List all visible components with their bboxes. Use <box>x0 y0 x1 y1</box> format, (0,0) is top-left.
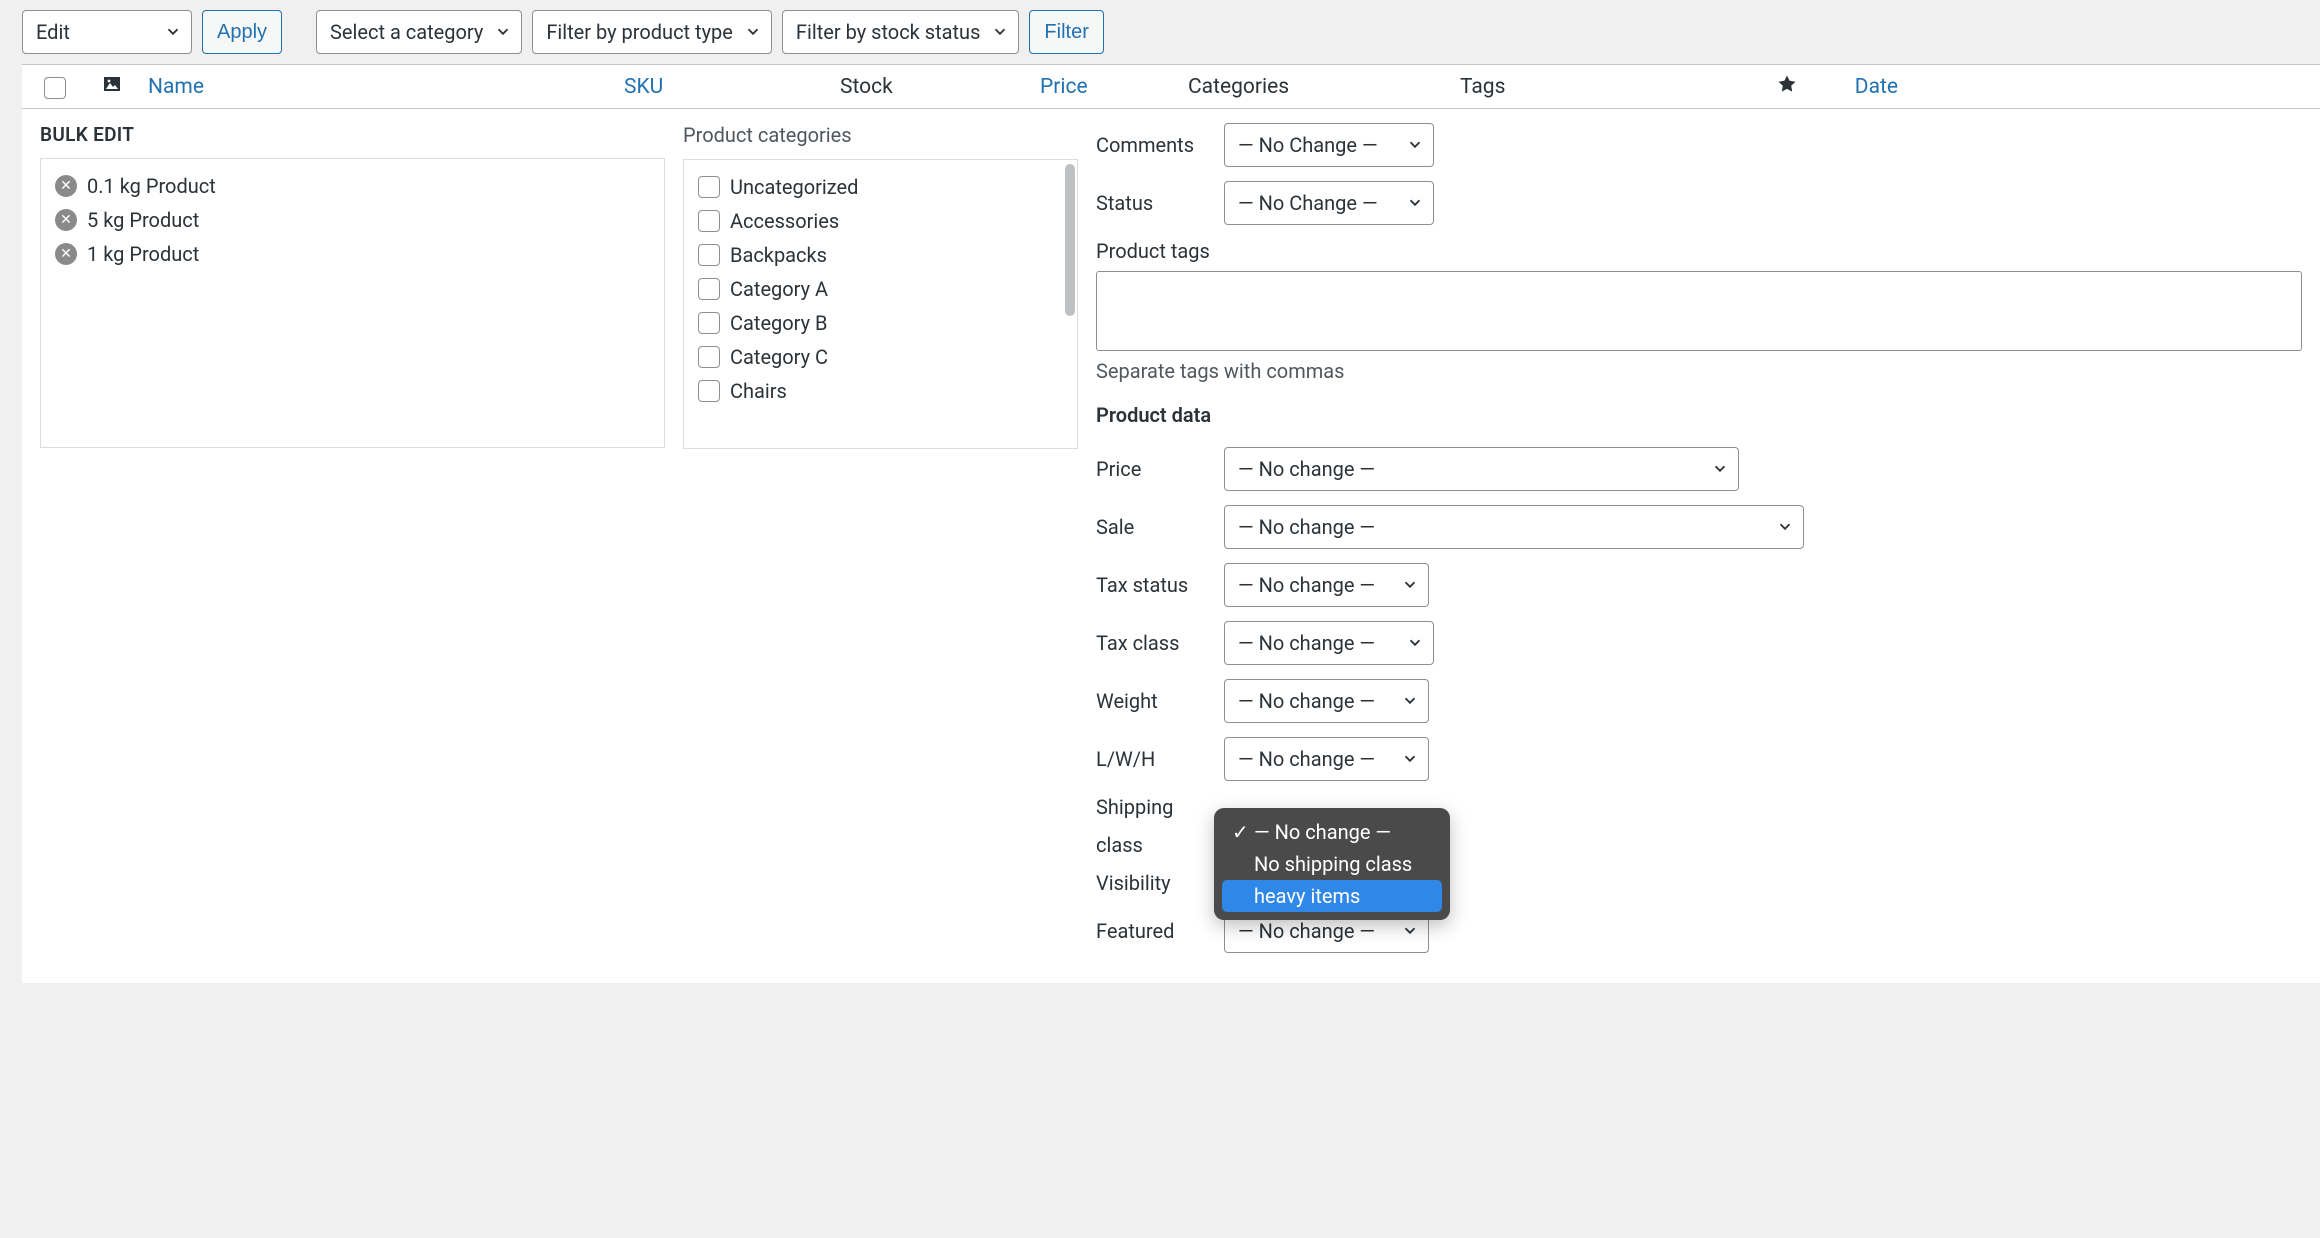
tax-status-label: Tax status <box>1096 573 1216 597</box>
shipping-class-label-line1: Shipping <box>1096 795 1216 819</box>
category-checkbox[interactable] <box>698 346 720 368</box>
remove-icon[interactable]: ✕ <box>55 209 77 231</box>
category-checkbox[interactable] <box>698 312 720 334</box>
select-all-checkbox[interactable] <box>44 77 66 99</box>
weight-label: Weight <box>1096 689 1216 713</box>
date-column-header[interactable]: Date <box>1818 75 1898 99</box>
list-item: ✕ 1 kg Product <box>55 237 650 271</box>
comments-label: Comments <box>1096 133 1216 157</box>
tags-column-header: Tags <box>1460 75 1756 99</box>
category-filter-value: Select a category <box>330 20 483 44</box>
product-tags-input[interactable] <box>1096 271 2302 351</box>
apply-button[interactable]: Apply <box>202 10 282 54</box>
bulk-action-value: Edit <box>36 20 70 44</box>
tax-class-value: — No change — <box>1238 631 1375 655</box>
product-label: 0.1 kg Product <box>87 174 216 198</box>
tax-status-value: — No change — <box>1238 573 1375 597</box>
product-tags-label: Product tags <box>1096 239 2302 263</box>
tax-class-label: Tax class <box>1096 631 1216 655</box>
list-item: Chairs <box>698 374 1063 408</box>
list-item: Category C <box>698 340 1063 374</box>
category-label: Accessories <box>730 209 839 233</box>
star-icon <box>1777 75 1797 99</box>
tax-class-select[interactable]: — No change — <box>1224 621 1434 665</box>
price-label: Price <box>1096 457 1216 481</box>
category-checklist: Uncategorized Accessories Backpacks Cate… <box>683 159 1078 449</box>
status-select[interactable]: — No Change — <box>1224 181 1434 225</box>
category-label: Backpacks <box>730 243 827 267</box>
category-label: Category C <box>730 345 828 369</box>
category-label: Uncategorized <box>730 175 858 199</box>
list-item: Backpacks <box>698 238 1063 272</box>
filter-toolbar: Edit Apply Select a category Filter by p… <box>0 0 2320 64</box>
weight-select[interactable]: — No change — <box>1224 679 1429 723</box>
dropdown-option[interactable]: heavy items <box>1222 880 1442 912</box>
remove-icon[interactable]: ✕ <box>55 175 77 197</box>
sale-label: Sale <box>1096 515 1216 539</box>
category-label: Category A <box>730 277 828 301</box>
list-item: ✕ 5 kg Product <box>55 203 650 237</box>
product-type-filter-select[interactable]: Filter by product type <box>532 10 772 54</box>
featured-column-header <box>1756 74 1818 99</box>
category-checkbox[interactable] <box>698 210 720 232</box>
category-label: Category B <box>730 311 828 335</box>
image-icon <box>102 75 122 99</box>
name-column-header[interactable]: Name <box>136 75 624 99</box>
filter-button[interactable]: Filter <box>1029 10 1103 54</box>
sale-select[interactable]: — No change — <box>1224 505 1804 549</box>
bulk-action-select[interactable]: Edit <box>22 10 192 54</box>
list-item: Accessories <box>698 204 1063 238</box>
lwh-select[interactable]: — No change — <box>1224 737 1429 781</box>
lwh-value: — No change — <box>1238 747 1375 771</box>
status-label: Status <box>1096 191 1216 215</box>
featured-label: Featured <box>1096 919 1216 943</box>
selected-products-box: ✕ 0.1 kg Product ✕ 5 kg Product ✕ 1 kg P… <box>40 158 665 448</box>
weight-value: — No change — <box>1238 689 1375 713</box>
select-all-cell <box>22 74 88 99</box>
dropdown-option[interactable]: No shipping class <box>1222 848 1442 880</box>
visibility-label: Visibility <box>1096 871 1216 895</box>
stock-status-filter-select[interactable]: Filter by stock status <box>782 10 1020 54</box>
price-select[interactable]: — No change — <box>1224 447 1739 491</box>
price-column-header[interactable]: Price <box>1040 75 1188 99</box>
tags-help-text: Separate tags with commas <box>1096 359 2302 383</box>
category-checkbox[interactable] <box>698 278 720 300</box>
list-item: Category A <box>698 272 1063 306</box>
list-item: ✕ 0.1 kg Product <box>55 169 650 203</box>
table-header-row: Name SKU Stock Price Categories Tags Dat… <box>22 64 2320 109</box>
stock-status-filter-value: Filter by stock status <box>796 20 981 44</box>
comments-value: — No Change — <box>1238 133 1378 157</box>
bulk-edit-title: BULK EDIT <box>40 123 665 146</box>
category-checkbox[interactable] <box>698 244 720 266</box>
product-data-heading: Product data <box>1096 403 2302 427</box>
list-item: Category B <box>698 306 1063 340</box>
product-label: 1 kg Product <box>87 242 199 266</box>
status-value: — No Change — <box>1238 191 1378 215</box>
featured-value: — No change — <box>1238 919 1375 943</box>
image-column-header <box>88 74 136 99</box>
stock-column-header: Stock <box>840 75 1040 99</box>
categories-column-header: Categories <box>1188 75 1460 99</box>
category-label: Chairs <box>730 379 787 403</box>
product-label: 5 kg Product <box>87 208 199 232</box>
sale-value: — No change — <box>1238 515 1375 539</box>
product-categories-heading: Product categories <box>683 123 1078 147</box>
list-item: Uncategorized <box>698 170 1063 204</box>
scrollbar-thumb[interactable] <box>1065 164 1075 316</box>
category-checkbox[interactable] <box>698 380 720 402</box>
bulk-edit-panel: BULK EDIT ✕ 0.1 kg Product ✕ 5 kg Produc… <box>22 109 2320 983</box>
shipping-class-dropdown: — No change — No shipping class heavy it… <box>1214 808 1450 920</box>
tax-status-select[interactable]: — No change — <box>1224 563 1429 607</box>
dropdown-option[interactable]: — No change — <box>1222 816 1442 848</box>
remove-icon[interactable]: ✕ <box>55 243 77 265</box>
category-checkbox[interactable] <box>698 176 720 198</box>
comments-select[interactable]: — No Change — <box>1224 123 1434 167</box>
price-value: — No change — <box>1238 457 1375 481</box>
shipping-class-label-line2: class <box>1096 833 1216 857</box>
lwh-label: L/W/H <box>1096 747 1216 771</box>
product-type-filter-value: Filter by product type <box>546 20 733 44</box>
sku-column-header[interactable]: SKU <box>624 75 840 99</box>
category-filter-select[interactable]: Select a category <box>316 10 522 54</box>
